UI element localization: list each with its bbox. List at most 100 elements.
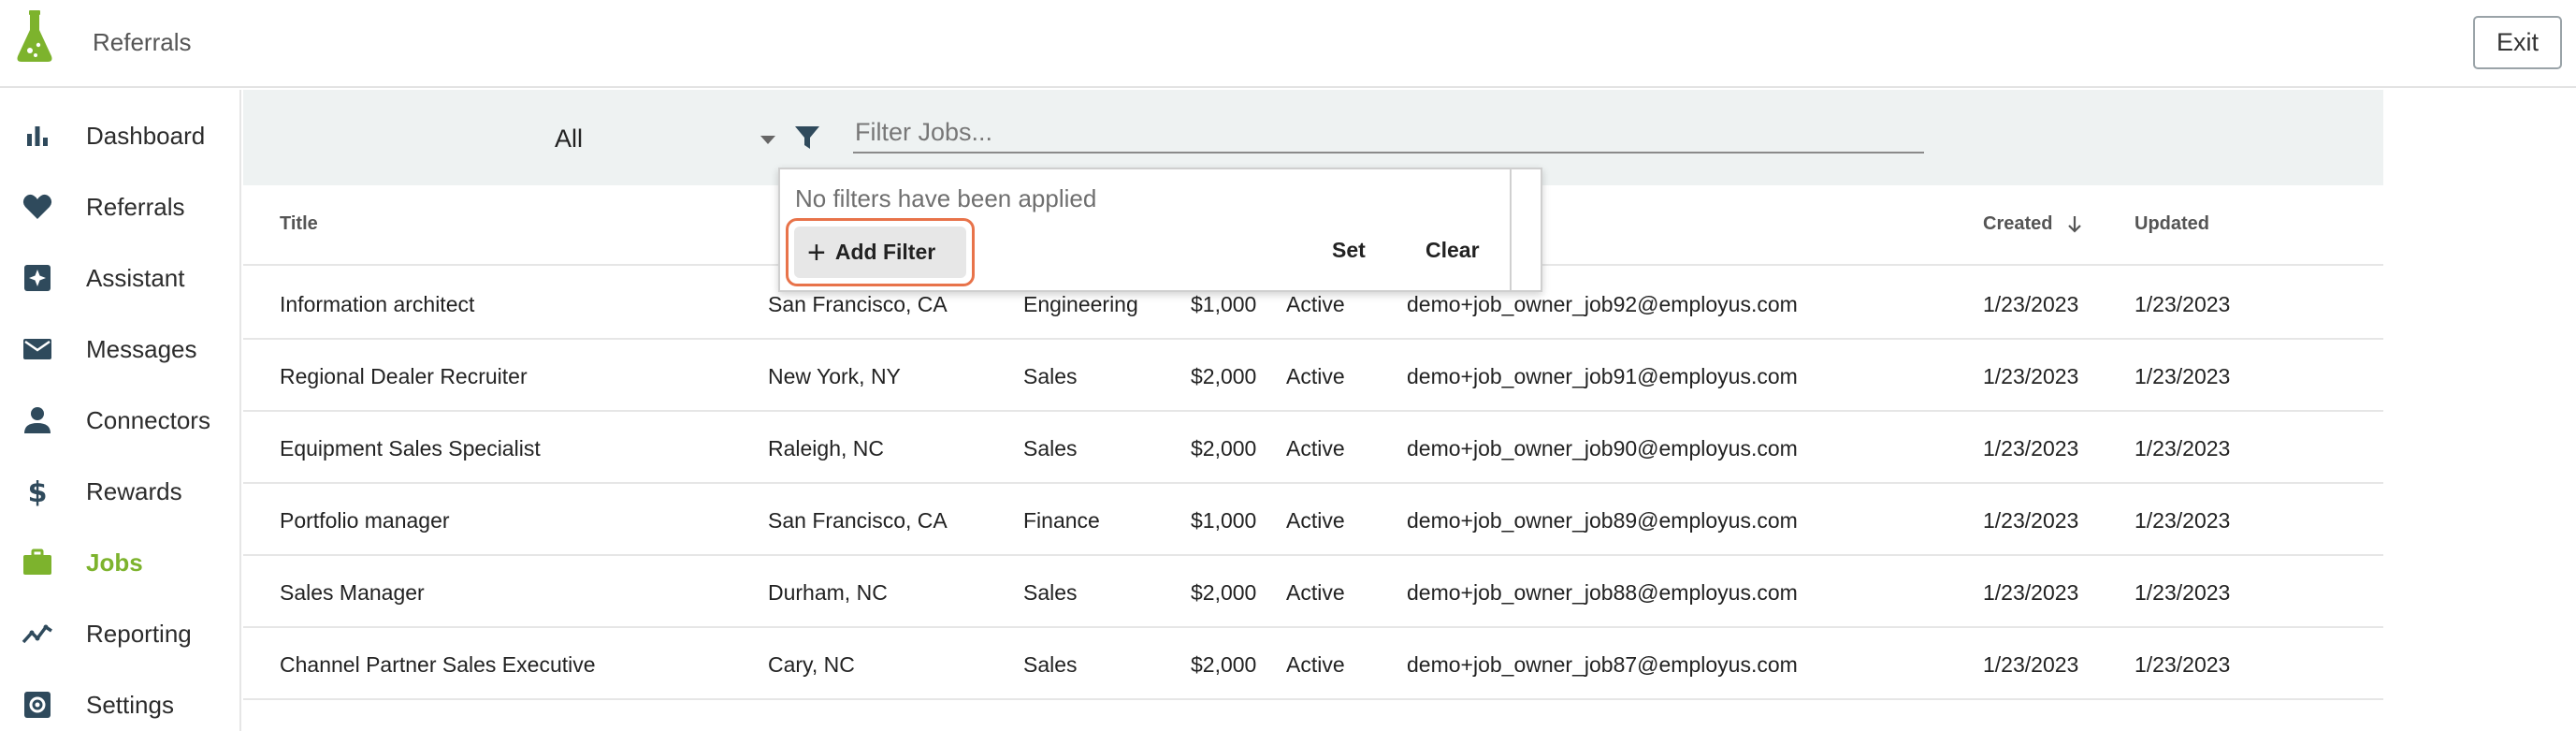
cell-department: Finance xyxy=(1023,508,1100,533)
cell-department: Sales xyxy=(1023,364,1078,388)
sidebar-item-jobs[interactable]: Jobs xyxy=(0,527,239,598)
cell-owner: demo+job_owner_job87@employus.com xyxy=(1407,652,1798,677)
sidebar-item-label: Rewards xyxy=(86,476,182,505)
svg-text:$: $ xyxy=(28,476,48,507)
app-title: Referrals xyxy=(93,28,192,56)
briefcase-icon xyxy=(21,546,54,579)
cell-title: Sales Manager xyxy=(280,580,425,605)
sidebar-item-dashboard[interactable]: Dashboard xyxy=(0,100,239,171)
sidebar-item-label: Reporting xyxy=(86,619,192,648)
cell-reward: $2,000 xyxy=(1191,580,1257,605)
cell-status: Active xyxy=(1286,652,1345,677)
sidebar-item-label: Connectors xyxy=(86,405,210,434)
caret-down-icon xyxy=(760,136,775,144)
add-filter-label: Add Filter xyxy=(834,240,936,264)
filter-funnel-icon[interactable] xyxy=(793,124,821,152)
gear-icon xyxy=(21,688,54,722)
cell-location: San Francisco, CA xyxy=(768,508,948,533)
cell-created: 1/23/2023 xyxy=(1983,436,2079,461)
cell-location: Raleigh, NC xyxy=(768,436,884,461)
table-row[interactable]: Regional Dealer Recruiter New York, NY S… xyxy=(243,340,2383,412)
cell-status: Active xyxy=(1286,364,1345,388)
table-row[interactable]: Equipment Sales Specialist Raleigh, NC S… xyxy=(243,412,2383,484)
cell-status: Active xyxy=(1286,436,1345,461)
column-header-created[interactable]: Created xyxy=(1983,213,2082,235)
cell-reward: $2,000 xyxy=(1191,364,1257,388)
column-header-updated[interactable]: Updated xyxy=(2135,213,2209,235)
cell-created: 1/23/2023 xyxy=(1983,580,2079,605)
status-select[interactable]: All xyxy=(555,123,775,160)
cell-reward: $1,000 xyxy=(1191,508,1257,533)
set-button[interactable]: Set xyxy=(1332,238,1366,263)
cell-created: 1/23/2023 xyxy=(1983,508,2079,533)
dollar-icon: $ xyxy=(21,475,54,508)
cell-location: Durham, NC xyxy=(768,580,888,605)
cell-updated: 1/23/2023 xyxy=(2135,508,2231,533)
trend-icon xyxy=(21,617,54,651)
flask-logo-icon[interactable] xyxy=(13,7,56,66)
cell-department: Engineering xyxy=(1023,292,1138,316)
sidebar-item-label: Messages xyxy=(86,334,197,363)
sidebar-item-label: Jobs xyxy=(86,548,143,577)
sidebar-item-label: Referrals xyxy=(86,192,185,221)
cell-department: Sales xyxy=(1023,652,1078,677)
cell-updated: 1/23/2023 xyxy=(2135,652,2231,677)
cell-department: Sales xyxy=(1023,436,1078,461)
cell-created: 1/23/2023 xyxy=(1983,364,2079,388)
sidebar-item-assistant[interactable]: Assistant xyxy=(0,242,239,314)
cell-location: San Francisco, CA xyxy=(768,292,948,316)
sort-arrow-down-icon xyxy=(2068,215,2081,233)
cell-reward: $2,000 xyxy=(1191,652,1257,677)
cell-reward: $1,000 xyxy=(1191,292,1257,316)
column-header-created-label: Created xyxy=(1983,213,2053,234)
sidebar-item-reporting[interactable]: Reporting xyxy=(0,598,239,669)
plus-icon: + xyxy=(807,234,826,270)
cell-updated: 1/23/2023 xyxy=(2135,292,2231,316)
filter-jobs-input[interactable] xyxy=(853,112,1924,154)
cell-title: Equipment Sales Specialist xyxy=(280,436,541,461)
cell-title: Information architect xyxy=(280,292,475,316)
filter-popover: No filters have been applied + Add Filte… xyxy=(778,168,1542,292)
popover-divider xyxy=(1510,169,1512,290)
cell-location: Cary, NC xyxy=(768,652,855,677)
cell-title: Portfolio manager xyxy=(280,508,450,533)
cell-owner: demo+job_owner_job91@employus.com xyxy=(1407,364,1798,388)
bar-chart-icon xyxy=(21,119,54,153)
sidebar-item-referrals[interactable]: Referrals xyxy=(0,171,239,242)
column-header-title[interactable]: Title xyxy=(280,213,318,235)
status-select-value: All xyxy=(555,124,584,153)
table-row[interactable]: Sales Manager Durham, NC Sales $2,000 Ac… xyxy=(243,556,2383,628)
cell-status: Active xyxy=(1286,292,1345,316)
table-row[interactable]: Portfolio manager San Francisco, CA Fina… xyxy=(243,484,2383,556)
cell-owner: demo+job_owner_job89@employus.com xyxy=(1407,508,1798,533)
no-filters-message: No filters have been applied xyxy=(795,184,1097,212)
sidebar-item-rewards[interactable]: $ Rewards xyxy=(0,456,239,527)
cell-status: Active xyxy=(1286,508,1345,533)
cell-owner: demo+job_owner_job92@employus.com xyxy=(1407,292,1798,316)
sidebar-item-label: Dashboard xyxy=(86,121,206,150)
person-icon xyxy=(21,403,54,437)
cell-created: 1/23/2023 xyxy=(1983,292,2079,316)
sidebar-item-label: Assistant xyxy=(86,263,185,292)
sparkle-icon xyxy=(21,261,54,295)
heart-icon xyxy=(21,190,54,224)
clear-button[interactable]: Clear xyxy=(1425,238,1480,263)
sidebar-item-settings[interactable]: Settings xyxy=(0,669,239,731)
sidebar-item-messages[interactable]: Messages xyxy=(0,314,239,385)
sidebar-item-connectors[interactable]: Connectors xyxy=(0,385,239,456)
cell-title: Channel Partner Sales Executive xyxy=(280,652,596,677)
cell-created: 1/23/2023 xyxy=(1983,652,2079,677)
sidebar: Dashboard Referrals Assistant Messages C… xyxy=(0,90,241,731)
envelope-icon xyxy=(21,332,54,366)
cell-updated: 1/23/2023 xyxy=(2135,364,2231,388)
cell-department: Sales xyxy=(1023,580,1078,605)
cell-status: Active xyxy=(1286,580,1345,605)
exit-button[interactable]: Exit xyxy=(2473,16,2562,69)
table-row[interactable]: Channel Partner Sales Executive Cary, NC… xyxy=(243,628,2383,700)
add-filter-button[interactable]: + Add Filter xyxy=(794,227,966,278)
cell-updated: 1/23/2023 xyxy=(2135,436,2231,461)
cell-reward: $2,000 xyxy=(1191,436,1257,461)
sidebar-item-label: Settings xyxy=(86,690,174,719)
cell-owner: demo+job_owner_job88@employus.com xyxy=(1407,580,1798,605)
cell-owner: demo+job_owner_job90@employus.com xyxy=(1407,436,1798,461)
